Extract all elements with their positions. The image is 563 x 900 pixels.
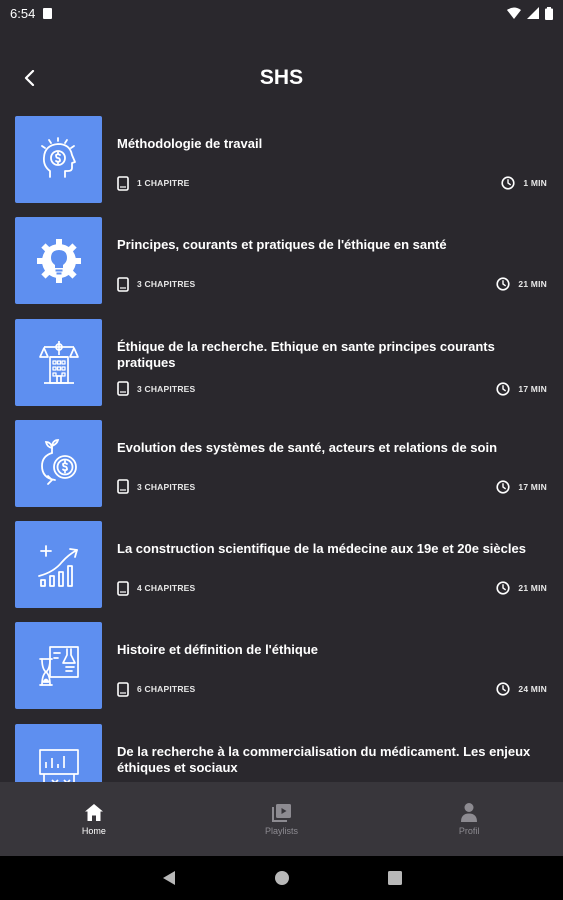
course-list[interactable]: Méthodologie de travail 1 CHAPITRE 1 MIN [0, 116, 563, 782]
course-duration: 17 MIN [518, 383, 547, 394]
nav-home-label: Home [81, 825, 106, 836]
course-meta: 6 CHAPITRES 24 MIN [117, 681, 547, 697]
nav-profile[interactable]: Profil [375, 782, 563, 856]
course-thumbnail [15, 723, 102, 782]
course-item[interactable]: Evolution des systèmes de santé, acteurs… [0, 419, 563, 521]
sd-card-icon [43, 7, 53, 19]
course-item[interactable]: Principes, courants et pratiques de l'ét… [0, 217, 563, 318]
page-title: SHS [259, 66, 304, 89]
presentation-board-icon [38, 749, 79, 782]
clock-icon [496, 581, 510, 595]
course-title: La construction scientifique de la médec… [117, 541, 526, 557]
course-item[interactable]: Histoire et définition de l'éthique 6 CH… [0, 622, 563, 723]
growth-chart-icon [37, 544, 78, 587]
course-thumbnail [15, 217, 102, 305]
course-item[interactable]: La construction scientifique de la médec… [0, 521, 563, 622]
user-icon [461, 803, 478, 822]
course-thumbnail [15, 622, 102, 710]
course-title: De la recherche à la commercialisation d… [117, 743, 531, 775]
course-meta: 3 CHAPITRES 17 MIN [117, 479, 547, 495]
course-duration: 17 MIN [518, 481, 547, 492]
back-triangle-icon[interactable] [162, 870, 176, 886]
scale-building-icon [38, 341, 79, 384]
course-meta: 3 CHAPITRES 17 MIN [117, 381, 547, 397]
course-thumbnail [15, 521, 102, 609]
course-duration: 21 MIN [518, 583, 547, 594]
book-icon [117, 479, 129, 495]
clock-icon [496, 277, 510, 291]
battery-icon [545, 6, 553, 20]
course-title: Histoire et définition de l'éthique [117, 642, 318, 658]
status-time: 6:54 [10, 5, 36, 21]
system-nav-bar [0, 856, 563, 900]
chapter-count: 3 CHAPITRES [137, 481, 196, 492]
course-item[interactable]: Méthodologie de travail 1 CHAPITRE 1 MIN [0, 116, 563, 217]
nav-playlists[interactable]: Playlists [188, 782, 376, 856]
course-duration: 1 MIN [523, 178, 547, 188]
wifi-icon [507, 7, 521, 19]
nav-playlists-label: Playlists [265, 825, 299, 836]
course-meta: 4 CHAPITRES 21 MIN [117, 580, 547, 596]
course-item[interactable]: Éthique de la recherche. Ethique en sant… [0, 318, 563, 420]
course-thumbnail [15, 419, 102, 507]
bottom-nav: Home Playlists Profil [0, 782, 563, 856]
chapter-count: 3 CHAPITRES [137, 383, 196, 394]
course-thumbnail [15, 116, 102, 203]
app-header: SHS [0, 52, 563, 104]
home-icon [84, 803, 103, 821]
clock-icon [501, 176, 515, 190]
chapter-count: 3 CHAPITRES [137, 279, 196, 290]
course-title: Méthodologie de travail [117, 136, 263, 151]
course-meta: 3 CHAPITRES 21 MIN [117, 276, 547, 292]
course-title: Éthique de la recherche. Ethique en sant… [117, 338, 495, 370]
clock-icon [496, 682, 510, 697]
signal-icon [527, 7, 539, 19]
clock-icon [496, 381, 510, 396]
chapter-count: 1 CHAPITRE [137, 178, 190, 188]
home-circle-icon[interactable] [274, 870, 290, 886]
recents-square-icon[interactable] [387, 871, 402, 885]
head-dollar-icon [40, 136, 76, 178]
book-icon [117, 682, 129, 697]
back-arrow-icon [24, 70, 35, 86]
book-icon [117, 276, 129, 292]
clock-icon [496, 480, 510, 494]
course-title: Evolution des systèmes de santé, acteurs… [117, 439, 498, 455]
course-thumbnail [15, 318, 102, 406]
playlist-icon [271, 803, 291, 822]
course-duration: 21 MIN [518, 279, 547, 290]
back-button[interactable] [16, 64, 44, 92]
course-item[interactable]: De la recherche à la commercialisation d… [0, 723, 563, 782]
course-duration: 24 MIN [518, 684, 547, 695]
nav-home[interactable]: Home [0, 782, 188, 856]
coins-plant-icon [40, 439, 77, 486]
gear-bulb-icon [36, 238, 81, 283]
hourglass-flask-icon [38, 646, 79, 686]
book-icon [117, 381, 129, 396]
status-bar: 6:54 [0, 0, 563, 26]
book-icon [117, 580, 129, 596]
chapter-count: 4 CHAPITRES [137, 583, 196, 594]
nav-profile-label: Profil [458, 826, 480, 836]
course-meta: 1 CHAPITRE 1 MIN [117, 175, 547, 191]
book-icon [117, 175, 129, 191]
chapter-count: 6 CHAPITRES [137, 684, 196, 695]
course-title: Principes, courants et pratiques de l'ét… [117, 237, 447, 253]
status-icons [507, 6, 553, 20]
